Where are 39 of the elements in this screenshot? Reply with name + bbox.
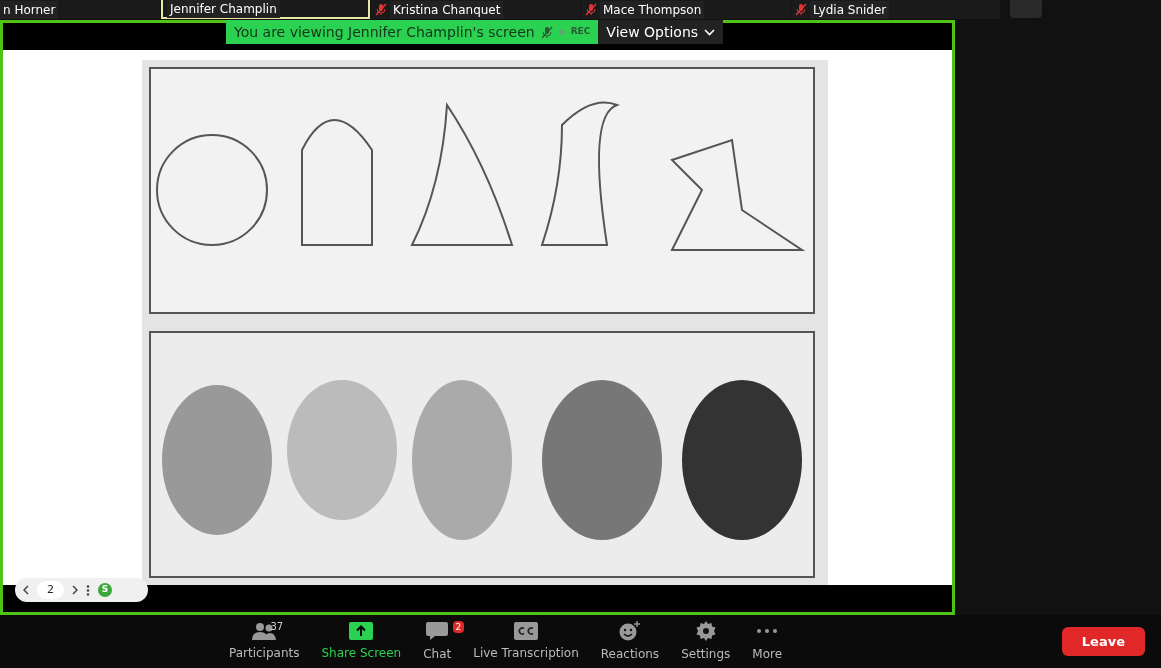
toolbar-button[interactable]: Chat 2: [412, 620, 463, 663]
settings-icon: [695, 620, 716, 641]
participant-tile[interactable]: Kristina Chanquet: [371, 0, 580, 19]
participant-tile[interactable]: Lydia Snider: [791, 0, 1000, 19]
toolbar-button[interactable]: Live Transcription: [462, 621, 590, 662]
cc-icon: [514, 621, 538, 640]
toolbar-button[interactable]: Settings: [670, 620, 742, 663]
view-options-button[interactable]: View Options: [598, 20, 724, 44]
participant-name: Mace Thompson: [600, 0, 705, 19]
participant-name: Kristina Chanquet: [390, 0, 504, 19]
user-avatar: S: [98, 583, 112, 597]
unread-badge: 2: [452, 620, 465, 633]
toolbar-button[interactable]: Share Screen: [310, 621, 413, 662]
muted-mic-icon: [795, 3, 807, 16]
smiley-plus-icon: [618, 620, 641, 641]
chat-bubble-icon: [426, 620, 449, 641]
share-screen-icon: [349, 621, 374, 640]
participant-tile[interactable]: n Horner: [0, 0, 160, 19]
rec-label: REC: [570, 25, 591, 39]
participant-tile[interactable]: Mace Thompson: [581, 0, 790, 19]
participant-name: Jennifer Champlin: [167, 0, 280, 18]
tile-button[interactable]: [1010, 0, 1042, 18]
participant-count: 37: [270, 619, 284, 634]
leave-button[interactable]: Leave: [1061, 626, 1145, 657]
more-vertical-icon[interactable]: [86, 584, 90, 596]
next-icon[interactable]: [72, 585, 78, 595]
toolbar-button[interactable]: Participants 37: [218, 621, 311, 662]
muted-mic-icon: [585, 3, 597, 16]
participant-tile[interactable]: Jennifer Champlin: [161, 0, 370, 19]
toolbar-button[interactable]: More: [741, 620, 794, 663]
banner-text: You are viewing Jennifer Champlin's screen: [234, 22, 535, 42]
previous-icon[interactable]: [23, 585, 29, 595]
more-icon: [756, 628, 779, 633]
participant-name: Lydia Snider: [810, 0, 890, 19]
chevron-down-icon: [704, 28, 716, 36]
page-number[interactable]: 2: [37, 581, 64, 599]
toolbar-button[interactable]: Reactions: [589, 620, 671, 663]
participant-name: n Horner: [0, 0, 59, 19]
muted-mic-icon: [375, 3, 387, 16]
